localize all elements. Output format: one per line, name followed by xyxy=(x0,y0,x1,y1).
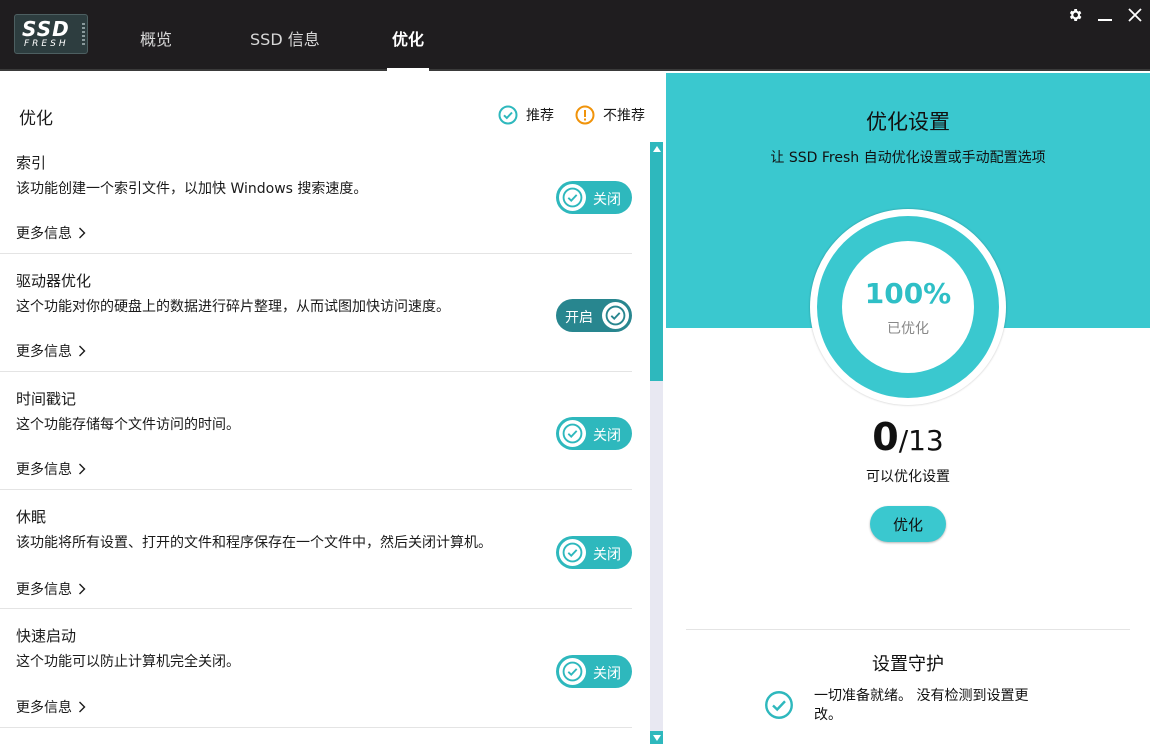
item-description: 该功能将所有设置、打开的文件和程序保存在一个文件中，然后关闭计算机。 xyxy=(16,535,492,551)
more-info-link[interactable]: 更多信息 xyxy=(16,223,86,243)
minimize-button[interactable] xyxy=(1094,4,1116,26)
progress-label: 已优化 xyxy=(887,321,929,337)
check-circle-icon xyxy=(562,661,583,682)
app-logo: SSD FRESH xyxy=(14,14,88,54)
count-label: 可以优化设置 xyxy=(866,469,950,485)
optimize-button[interactable]: 优化 xyxy=(870,506,946,542)
toggle-label: 关闭 xyxy=(593,428,621,444)
toggle-label: 关闭 xyxy=(593,192,621,208)
logo-text-bottom: FRESH xyxy=(24,39,69,49)
progress-ring: 100% 已优化 xyxy=(810,209,1006,405)
item-description: 这个功能对你的硬盘上的数据进行碎片整理，从而试图加快访问速度。 xyxy=(16,299,450,315)
item-title: 休眠 xyxy=(16,508,47,526)
chevron-right-icon xyxy=(79,701,86,713)
more-info-label: 更多信息 xyxy=(16,462,72,478)
settings-guard-status: 一切准备就绪。 没有检测到设置更改。 xyxy=(814,688,1029,723)
settings-button[interactable] xyxy=(1064,4,1086,26)
item-description: 这个功能存储每个文件访问的时间。 xyxy=(16,417,240,433)
close-icon xyxy=(1128,8,1142,22)
drive-optimization-toggle[interactable]: 开启 xyxy=(556,299,632,332)
divider xyxy=(686,629,1130,630)
more-info-link[interactable]: 更多信息 xyxy=(16,459,86,479)
item-description: 该功能创建一个索引文件，以加快 Windows 搜索速度。 xyxy=(16,181,368,197)
more-info-link[interactable]: 更多信息 xyxy=(16,341,86,361)
optimizable-count: 0/13 xyxy=(666,415,1150,459)
settings-guard-title: 设置守护 xyxy=(872,654,944,675)
panel-title: 优化 xyxy=(19,109,53,129)
tab-overview[interactable]: 概览 xyxy=(140,26,172,50)
summary-title: 优化设置 xyxy=(866,110,950,134)
scrollbar-thumb[interactable] xyxy=(650,155,663,381)
chevron-right-icon xyxy=(79,345,86,357)
logo-bars xyxy=(82,23,85,47)
check-circle-icon xyxy=(562,542,583,563)
more-info-link[interactable]: 更多信息 xyxy=(16,579,86,599)
list-item-fast-startup: 快速启动 这个功能可以防止计算机完全关闭。 更多信息 关闭 xyxy=(0,609,632,728)
toggle-knob xyxy=(559,184,586,211)
item-title: 索引 xyxy=(16,154,47,172)
scroll-down-button[interactable] xyxy=(650,731,663,744)
close-button[interactable] xyxy=(1124,4,1146,26)
tab-optimize[interactable]: 优化 xyxy=(392,26,424,50)
vertical-scrollbar[interactable] xyxy=(650,142,663,744)
chevron-right-icon xyxy=(79,583,86,595)
count-total: /13 xyxy=(898,424,944,457)
triangle-up-icon xyxy=(652,145,661,152)
progress-percent: 100% xyxy=(864,277,952,310)
check-circle-icon xyxy=(498,105,518,125)
check-circle-icon xyxy=(562,187,583,208)
toggle-label: 开启 xyxy=(565,310,593,326)
toggle-knob xyxy=(559,539,586,566)
minimize-icon xyxy=(1098,19,1112,21)
toggle-knob xyxy=(559,658,586,685)
check-circle-icon xyxy=(562,423,583,444)
check-circle-icon xyxy=(605,305,626,326)
toggle-knob xyxy=(602,302,629,329)
triangle-down-icon xyxy=(652,734,661,741)
item-title: 驱动器优化 xyxy=(16,272,92,290)
summary-subtitle: 让 SSD Fresh 自动优化设置或手动配置选项 xyxy=(770,150,1046,166)
gear-icon xyxy=(1069,9,1082,21)
more-info-label: 更多信息 xyxy=(16,344,72,360)
progress-ring-fill: 100% 已优化 xyxy=(817,216,999,398)
legend-not-recommended-label: 不推荐 xyxy=(603,108,645,124)
toggle-knob xyxy=(559,420,586,447)
more-info-link[interactable]: 更多信息 xyxy=(16,697,86,717)
check-circle-icon xyxy=(765,691,793,719)
optimization-summary-panel: 优化设置 让 SSD Fresh 自动优化设置或手动配置选项 100% 已优化 … xyxy=(666,73,1150,744)
optimization-list-panel: 优化 推荐 不推荐 索引 该功能创建一个索引文件，以加快 Windows 搜索速… xyxy=(0,73,666,744)
toggle-label: 关闭 xyxy=(593,547,621,563)
progress-ring-center: 100% 已优化 xyxy=(842,241,974,373)
timestamp-toggle[interactable]: 关闭 xyxy=(556,417,632,450)
list-item-drive-optimization: 驱动器优化 这个功能对你的硬盘上的数据进行碎片整理，从而试图加快访问速度。 更多… xyxy=(0,254,632,372)
more-info-label: 更多信息 xyxy=(16,582,72,598)
item-title: 时间戳记 xyxy=(16,390,77,408)
title-bar: SSD FRESH 概览 SSD 信息 优化 xyxy=(0,0,1150,71)
scroll-up-button[interactable] xyxy=(650,142,663,155)
count-value: 0 xyxy=(872,415,899,459)
chevron-right-icon xyxy=(79,227,86,239)
item-description: 这个功能可以防止计算机完全关闭。 xyxy=(16,654,240,670)
list-item-indexing: 索引 该功能创建一个索引文件，以加快 Windows 搜索速度。 更多信息 关闭 xyxy=(0,142,632,254)
toggle-label: 关闭 xyxy=(593,666,621,682)
tab-ssd-info[interactable]: SSD 信息 xyxy=(250,26,320,50)
logo-text-top: SSD xyxy=(22,17,70,41)
list-item-hibernation: 休眠 该功能将所有设置、打开的文件和程序保存在一个文件中，然后关闭计算机。 更多… xyxy=(0,490,632,609)
list-item-timestamp: 时间戳记 这个功能存储每个文件访问的时间。 更多信息 关闭 xyxy=(0,372,632,490)
hibernation-toggle[interactable]: 关闭 xyxy=(556,536,632,569)
item-title: 快速启动 xyxy=(16,627,77,645)
more-info-label: 更多信息 xyxy=(16,700,72,716)
fast-startup-toggle[interactable]: 关闭 xyxy=(556,655,632,688)
active-tab-indicator xyxy=(387,68,429,71)
legend-not-recommended: 不推荐 xyxy=(575,105,645,125)
more-info-label: 更多信息 xyxy=(16,226,72,242)
warning-circle-icon xyxy=(575,105,595,125)
legend-recommended-label: 推荐 xyxy=(526,108,554,124)
chevron-right-icon xyxy=(79,463,86,475)
indexing-toggle[interactable]: 关闭 xyxy=(556,181,632,214)
legend-recommended: 推荐 xyxy=(498,105,554,125)
